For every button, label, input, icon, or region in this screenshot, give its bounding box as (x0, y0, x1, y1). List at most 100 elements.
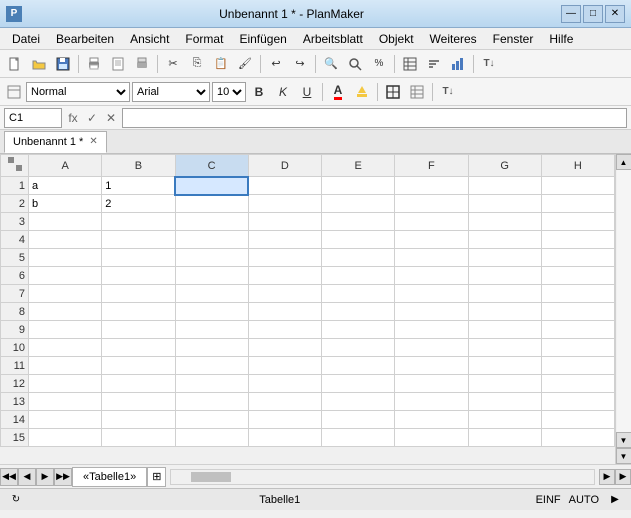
menu-weiteres[interactable]: Weiteres (422, 30, 485, 48)
print-button[interactable] (83, 53, 105, 75)
horizontal-scrollbar[interactable] (170, 469, 595, 485)
cell-D12[interactable] (248, 375, 321, 393)
cell-A8[interactable] (29, 303, 102, 321)
cell-B6[interactable] (102, 267, 175, 285)
cell-D13[interactable] (248, 393, 321, 411)
cell-G13[interactable] (468, 393, 541, 411)
cell-E13[interactable] (322, 393, 395, 411)
cell-H4[interactable] (541, 231, 614, 249)
cell-G11[interactable] (468, 357, 541, 375)
cell-F1[interactable] (395, 177, 468, 195)
cell-G10[interactable] (468, 339, 541, 357)
cell-F13[interactable] (395, 393, 468, 411)
row-header-7[interactable]: 7 (1, 285, 29, 303)
cell-D7[interactable] (248, 285, 321, 303)
merge-button[interactable] (406, 81, 428, 103)
cell-H15[interactable] (541, 429, 614, 447)
cell-B1[interactable]: 1 (102, 177, 175, 195)
document-tab[interactable]: Unbenannt 1 * ✕ (4, 131, 107, 153)
cell-B14[interactable] (102, 411, 175, 429)
menu-arbeitsblatt[interactable]: Arbeitsblatt (295, 30, 371, 48)
cell-A6[interactable] (29, 267, 102, 285)
cell-A9[interactable] (29, 321, 102, 339)
cell-E10[interactable] (322, 339, 395, 357)
cell-E3[interactable] (322, 213, 395, 231)
cell-A10[interactable] (29, 339, 102, 357)
size-select[interactable]: 10 (212, 82, 246, 102)
cell-F9[interactable] (395, 321, 468, 339)
cell-B12[interactable] (102, 375, 175, 393)
cell-B9[interactable] (102, 321, 175, 339)
cell-B11[interactable] (102, 357, 175, 375)
cell-F7[interactable] (395, 285, 468, 303)
col-header-c[interactable]: C (175, 155, 248, 177)
cell-E7[interactable] (322, 285, 395, 303)
sheet-nav-first[interactable]: ◀◀ (0, 468, 18, 486)
cell-E6[interactable] (322, 267, 395, 285)
menu-objekt[interactable]: Objekt (371, 30, 422, 48)
bold-button[interactable]: B (248, 81, 270, 103)
cell-F14[interactable] (395, 411, 468, 429)
function-icon[interactable]: fx (64, 109, 82, 127)
cell-C13[interactable] (175, 393, 248, 411)
cell-H12[interactable] (541, 375, 614, 393)
cell-E14[interactable] (322, 411, 395, 429)
cell-C2[interactable] (175, 195, 248, 213)
cell-C9[interactable] (175, 321, 248, 339)
cell-E12[interactable] (322, 375, 395, 393)
cell-H13[interactable] (541, 393, 614, 411)
cell-H3[interactable] (541, 213, 614, 231)
cell-F5[interactable] (395, 249, 468, 267)
cell-B2[interactable]: 2 (102, 195, 175, 213)
sheet-tab-active[interactable]: «Tabelle1» (72, 467, 147, 487)
cell-B10[interactable] (102, 339, 175, 357)
menu-format[interactable]: Format (177, 30, 231, 48)
preview-button[interactable] (107, 53, 129, 75)
cell-D14[interactable] (248, 411, 321, 429)
cell-F4[interactable] (395, 231, 468, 249)
cell-E4[interactable] (322, 231, 395, 249)
menu-bearbeiten[interactable]: Bearbeiten (48, 30, 122, 48)
col-header-d[interactable]: D (248, 155, 321, 177)
cell-C12[interactable] (175, 375, 248, 393)
menu-datei[interactable]: Datei (4, 30, 48, 48)
cell-H7[interactable] (541, 285, 614, 303)
minimize-button[interactable]: — (561, 5, 581, 23)
cell-A15[interactable] (29, 429, 102, 447)
row-header-4[interactable]: 4 (1, 231, 29, 249)
cell-F10[interactable] (395, 339, 468, 357)
cell-D15[interactable] (248, 429, 321, 447)
print-area-button[interactable] (131, 53, 153, 75)
percent-button[interactable]: % (368, 53, 390, 75)
cell-G14[interactable] (468, 411, 541, 429)
cell-D2[interactable] (248, 195, 321, 213)
cell-C11[interactable] (175, 357, 248, 375)
cell-A11[interactable] (29, 357, 102, 375)
formula-input[interactable] (122, 108, 627, 128)
cell-E15[interactable] (322, 429, 395, 447)
tab-close-button[interactable]: ✕ (89, 136, 97, 147)
scroll-right-button-2[interactable]: ▶ (615, 469, 631, 485)
cell-H2[interactable] (541, 195, 614, 213)
cell-D3[interactable] (248, 213, 321, 231)
cell-H1[interactable] (541, 177, 614, 195)
row-header-15[interactable]: 15 (1, 429, 29, 447)
cell-E1[interactable] (322, 177, 395, 195)
cell-G15[interactable] (468, 429, 541, 447)
cell-D1[interactable] (248, 177, 321, 195)
row-header-14[interactable]: 14 (1, 411, 29, 429)
italic-button[interactable]: K (272, 81, 294, 103)
refresh-icon[interactable]: ↻ (8, 492, 24, 508)
cell-E9[interactable] (322, 321, 395, 339)
cell-D5[interactable] (248, 249, 321, 267)
cell-H9[interactable] (541, 321, 614, 339)
cell-D6[interactable] (248, 267, 321, 285)
cell-F3[interactable] (395, 213, 468, 231)
cell-H14[interactable] (541, 411, 614, 429)
cut-button[interactable]: ✂ (162, 53, 184, 75)
cell-A1[interactable]: a (29, 177, 102, 195)
save-button[interactable] (52, 53, 74, 75)
cell-A2[interactable]: b (29, 195, 102, 213)
cell-F6[interactable] (395, 267, 468, 285)
zoom-button[interactable] (344, 53, 366, 75)
